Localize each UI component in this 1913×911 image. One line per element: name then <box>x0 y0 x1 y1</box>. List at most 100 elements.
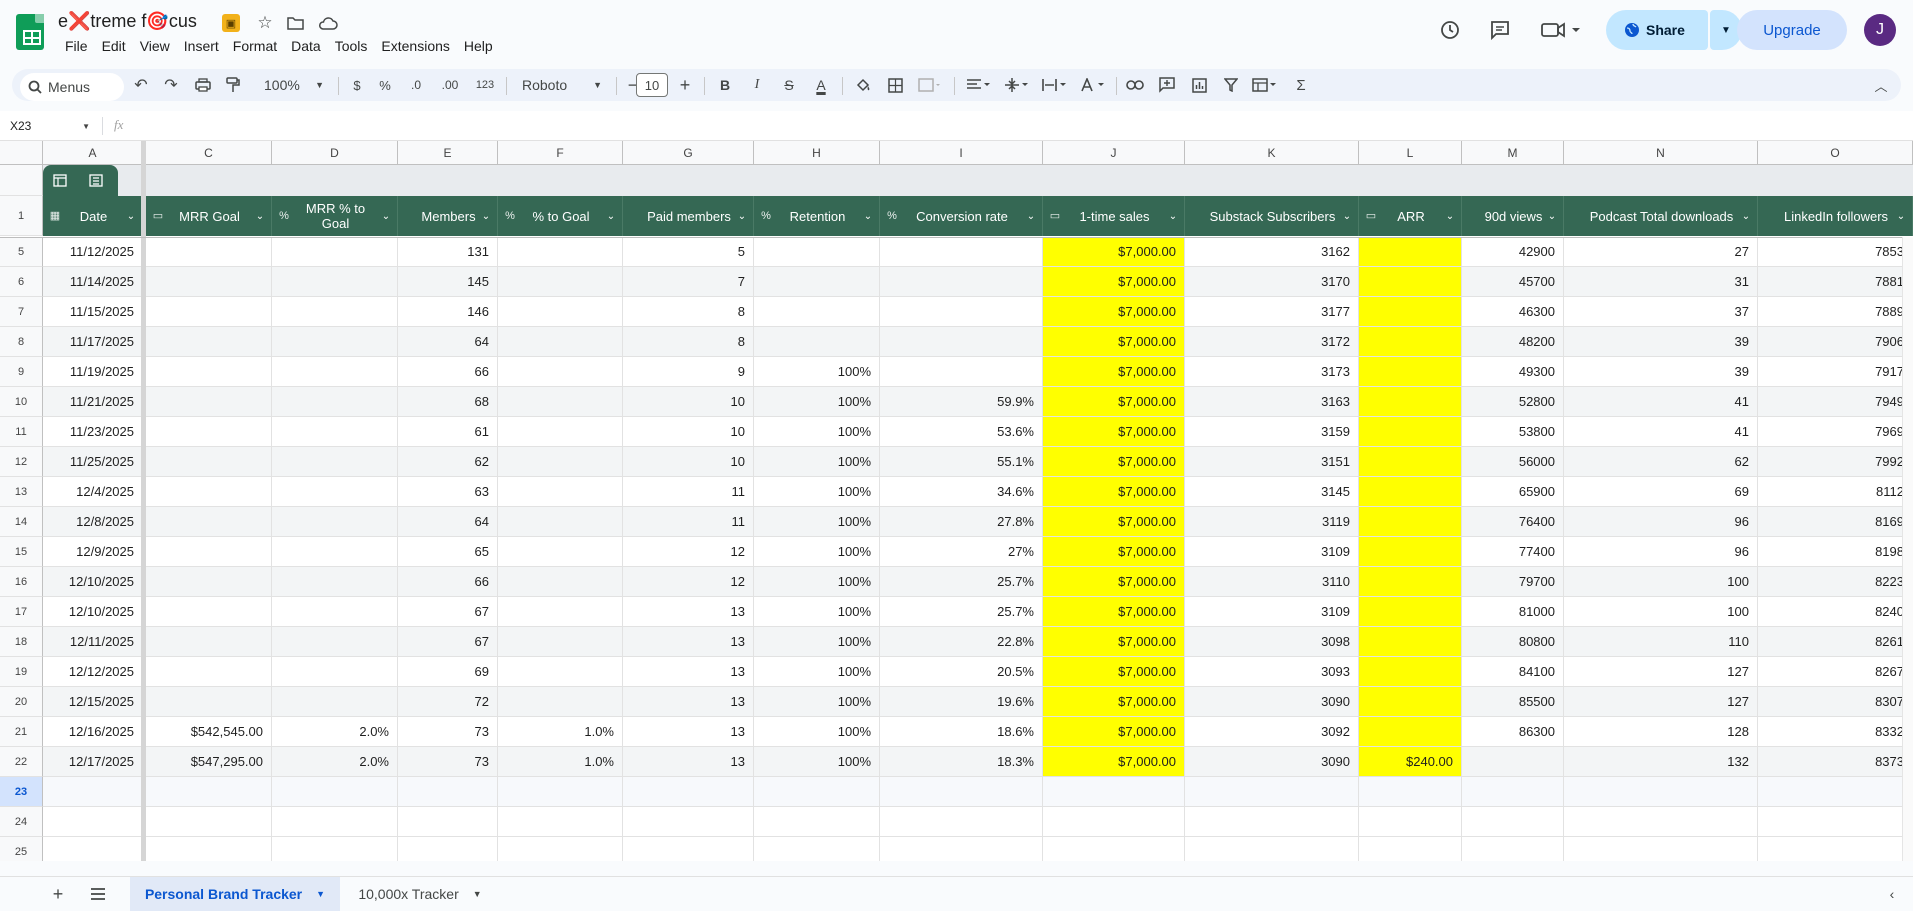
table-column-header[interactable]: ▦ Date ⌄ <box>43 196 143 236</box>
table-cell[interactable] <box>1359 417 1462 447</box>
table-cell[interactable] <box>272 477 398 507</box>
table-cell[interactable]: $7,000.00 <box>1043 477 1185 507</box>
row-header[interactable]: 25 <box>0 837 43 861</box>
table-cell[interactable]: 1.0% <box>498 747 623 777</box>
meet-video-icon[interactable] <box>1538 16 1584 44</box>
sheet-tab-personal-brand-tracker[interactable]: Personal Brand Tracker ▼ <box>130 877 340 911</box>
currency-format-button[interactable]: $ <box>344 69 370 101</box>
table-cell[interactable]: 3163 <box>1185 387 1359 417</box>
table-cell[interactable]: 81000 <box>1462 597 1564 627</box>
table-cell[interactable]: 59.9% <box>880 387 1043 417</box>
table-cell[interactable] <box>272 417 398 447</box>
table-cell[interactable]: 3098 <box>1185 627 1359 657</box>
table-cell[interactable]: 13 <box>623 717 754 747</box>
table-cell[interactable] <box>272 327 398 357</box>
table-cell[interactable]: 100% <box>754 477 880 507</box>
table-cell[interactable]: 7917 <box>1758 357 1913 387</box>
table-cell[interactable] <box>498 417 623 447</box>
empty-cell[interactable] <box>498 837 623 861</box>
empty-cell[interactable] <box>880 777 1043 807</box>
table-cell[interactable]: 69 <box>1564 477 1758 507</box>
font-select[interactable]: Roboto ▼ <box>514 69 610 101</box>
table-cell[interactable] <box>498 687 623 717</box>
empty-cell[interactable] <box>1185 807 1359 837</box>
text-rotation-button[interactable] <box>1076 69 1110 101</box>
empty-cell[interactable] <box>1462 777 1564 807</box>
document-badge-icon[interactable]: ▣ <box>222 14 240 32</box>
table-cell[interactable] <box>1359 327 1462 357</box>
empty-cell[interactable] <box>398 807 498 837</box>
table-cell[interactable] <box>272 627 398 657</box>
table-cell[interactable] <box>272 597 398 627</box>
table-cell[interactable]: 3110 <box>1185 567 1359 597</box>
chevron-down-icon[interactable]: ⌄ <box>1340 209 1354 224</box>
table-cell[interactable]: 2.0% <box>272 717 398 747</box>
table-cell[interactable]: 100% <box>754 447 880 477</box>
table-cell[interactable] <box>1359 597 1462 627</box>
chevron-down-icon[interactable]: ⌄ <box>124 209 138 224</box>
table-cell[interactable]: 39 <box>1564 357 1758 387</box>
chevron-down-icon[interactable]: ⌄ <box>379 209 393 224</box>
table-cell[interactable]: 7992 <box>1758 447 1913 477</box>
table-cell[interactable]: $7,000.00 <box>1043 687 1185 717</box>
table-cell[interactable] <box>272 237 398 267</box>
column-header[interactable]: F <box>498 141 623 165</box>
table-column-header[interactable]: Paid members ⌄ <box>623 196 754 236</box>
table-cell[interactable]: 3109 <box>1185 537 1359 567</box>
table-cell[interactable]: 73 <box>398 717 498 747</box>
empty-cell[interactable] <box>1043 807 1185 837</box>
table-cell[interactable]: 12/15/2025 <box>43 687 143 717</box>
empty-cell[interactable] <box>623 837 754 861</box>
table-column-header[interactable]: ▭ MRR Goal ⌄ <box>146 196 272 236</box>
chevron-down-icon[interactable]: ⌄ <box>604 209 618 224</box>
table-cell[interactable] <box>272 297 398 327</box>
empty-cell[interactable] <box>754 777 880 807</box>
comments-icon[interactable] <box>1486 16 1514 44</box>
table-cell[interactable] <box>146 657 272 687</box>
table-cell[interactable]: 11/14/2025 <box>43 267 143 297</box>
row-header[interactable]: 22 <box>0 747 43 777</box>
table-cell[interactable]: 7881 <box>1758 267 1913 297</box>
table-cell[interactable]: 10 <box>623 447 754 477</box>
table-cell[interactable]: 11/15/2025 <box>43 297 143 327</box>
empty-cell[interactable] <box>1185 777 1359 807</box>
merge-cells-button[interactable] <box>912 69 948 101</box>
upgrade-button[interactable]: Upgrade <box>1737 10 1847 50</box>
row-header[interactable]: 16 <box>0 567 43 597</box>
strikethrough-button[interactable]: S <box>776 69 802 101</box>
table-cell[interactable]: 48200 <box>1462 327 1564 357</box>
menu-data[interactable]: Data <box>284 37 328 55</box>
table-cell[interactable]: 3145 <box>1185 477 1359 507</box>
table-cell[interactable]: 79700 <box>1462 567 1564 597</box>
row-header[interactable]: 19 <box>0 657 43 687</box>
table-cell[interactable]: 3162 <box>1185 237 1359 267</box>
table-cell[interactable]: $7,000.00 <box>1043 717 1185 747</box>
table-cell[interactable]: 13 <box>623 597 754 627</box>
table-cell[interactable]: $7,000.00 <box>1043 657 1185 687</box>
column-header[interactable]: A <box>43 141 143 165</box>
row-header[interactable]: 20 <box>0 687 43 717</box>
table-cell[interactable]: $7,000.00 <box>1043 327 1185 357</box>
table-cell[interactable]: 11 <box>623 507 754 537</box>
frozen-divider[interactable] <box>141 141 146 861</box>
table-cell[interactable] <box>498 507 623 537</box>
table-cell[interactable]: 11/12/2025 <box>43 237 143 267</box>
row-header[interactable]: 18 <box>0 627 43 657</box>
column-header[interactable]: N <box>1564 141 1758 165</box>
table-cell[interactable]: 146 <box>398 297 498 327</box>
table-cell[interactable]: 34.6% <box>880 477 1043 507</box>
empty-cell[interactable] <box>272 807 398 837</box>
row-header[interactable]: 15 <box>0 537 43 567</box>
frozen-row-divider[interactable] <box>0 237 1913 238</box>
table-cell[interactable]: 7853 <box>1758 237 1913 267</box>
table-cell[interactable]: 96 <box>1564 537 1758 567</box>
empty-cell[interactable] <box>146 807 272 837</box>
table-cell[interactable]: 5 <box>623 237 754 267</box>
table-cell[interactable] <box>498 237 623 267</box>
table-cell[interactable]: 128 <box>1564 717 1758 747</box>
table-cell[interactable]: 41 <box>1564 417 1758 447</box>
column-header[interactable]: J <box>1043 141 1185 165</box>
table-cell[interactable] <box>272 507 398 537</box>
table-cell[interactable]: 100% <box>754 657 880 687</box>
table-cell[interactable]: 100% <box>754 747 880 777</box>
